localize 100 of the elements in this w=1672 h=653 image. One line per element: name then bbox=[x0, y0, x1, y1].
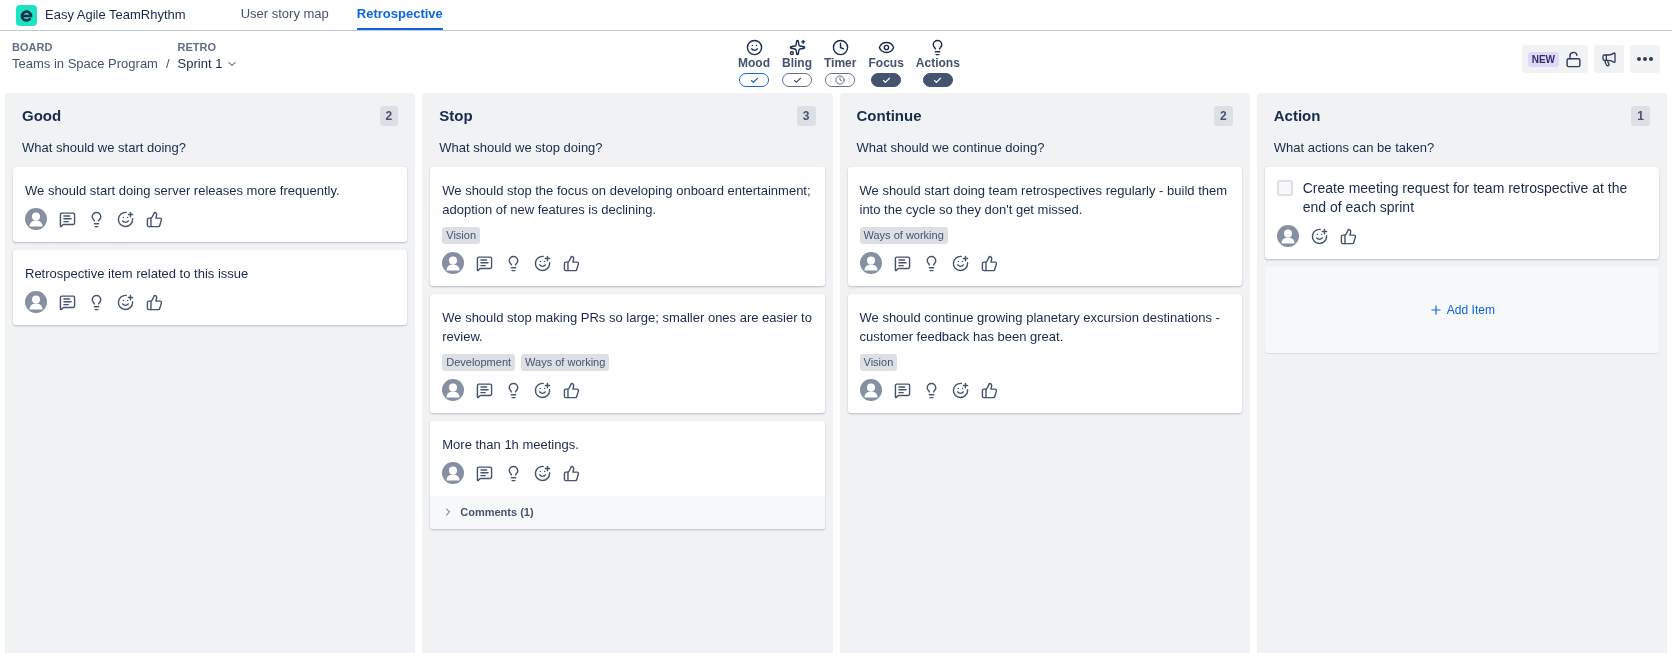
column-prompt: What actions can be taken? bbox=[1272, 138, 1436, 157]
nav-tab[interactable]: Retrospective bbox=[356, 0, 443, 30]
toggle-icon bbox=[745, 39, 763, 56]
column-prompt: What should we continue doing? bbox=[855, 138, 1046, 157]
avatar-icon bbox=[442, 379, 465, 401]
nav-tab[interactable]: User story map bbox=[240, 0, 329, 30]
comment-icon[interactable] bbox=[476, 254, 494, 272]
comment-icon[interactable] bbox=[893, 254, 911, 272]
card-text: Retrospective item related to this issue bbox=[25, 265, 250, 283]
add-reaction-icon[interactable] bbox=[951, 254, 969, 272]
column-title: Action bbox=[1273, 106, 1321, 126]
comment-icon[interactable] bbox=[476, 464, 494, 482]
tag: Development bbox=[442, 354, 516, 371]
add-reaction-icon[interactable] bbox=[951, 381, 969, 399]
announcement-button[interactable] bbox=[1594, 45, 1624, 73]
card-text: Create meeting request for team retrospective at the end of each sprint bbox=[1302, 179, 1629, 217]
card-text: We should stop the focus on developing onboard entertainment; adoption of new features is declining. bbox=[442, 182, 812, 219]
tag: Vision bbox=[859, 354, 898, 371]
card[interactable]: We should stop the focus on developing onboard entertainment; adoption of new features is declining. Vision bbox=[430, 167, 825, 286]
toggle-switch[interactable] bbox=[782, 73, 812, 87]
comment-icon[interactable] bbox=[59, 293, 76, 311]
comment-icon[interactable] bbox=[59, 210, 76, 228]
card[interactable]: More than 1h meetings. Comments (1) bbox=[430, 421, 825, 529]
toggle-switch[interactable] bbox=[739, 73, 769, 87]
toggle-switch[interactable] bbox=[871, 73, 902, 87]
comments-toggle[interactable]: Comments (1) bbox=[430, 496, 825, 529]
thumbs-up-icon[interactable] bbox=[563, 254, 581, 272]
toggle-switch[interactable] bbox=[825, 73, 856, 87]
column-prompt: What should we start doing? bbox=[21, 138, 188, 157]
lock-button[interactable]: NEW bbox=[1521, 45, 1588, 73]
more-button[interactable] bbox=[1630, 45, 1660, 73]
card-text: We should start doing server releases more frequently. bbox=[25, 182, 341, 200]
column-title: Stop bbox=[439, 106, 473, 126]
more-icon bbox=[1637, 57, 1653, 61]
thumbs-up-icon[interactable] bbox=[980, 381, 998, 399]
thumbs-up-icon[interactable] bbox=[563, 464, 581, 482]
new-badge: NEW bbox=[1527, 51, 1559, 67]
column-prompt: What should we stop doing? bbox=[438, 138, 604, 157]
card[interactable]: We should stop making PRs so large; smaller ones are easier to review. Development Ways of working bbox=[430, 294, 825, 413]
add-reaction-icon[interactable] bbox=[534, 464, 552, 482]
thumbs-up-icon[interactable] bbox=[980, 254, 998, 272]
toggle-label: Timer bbox=[824, 56, 857, 71]
column-title: Continue bbox=[856, 106, 922, 126]
toggle-icon bbox=[788, 39, 806, 56]
toggle-label: Mood bbox=[738, 56, 770, 71]
plus-icon bbox=[1428, 303, 1443, 317]
check-icon bbox=[881, 75, 891, 85]
column-count: 2 bbox=[1214, 106, 1233, 127]
thumbs-up-icon[interactable] bbox=[146, 293, 163, 311]
unlock-icon bbox=[1565, 50, 1582, 68]
megaphone-icon bbox=[1601, 51, 1617, 67]
column-count: 1 bbox=[1631, 106, 1650, 127]
check-icon bbox=[792, 75, 802, 85]
sprint-dropdown[interactable]: Sprint 1 bbox=[177, 55, 239, 73]
tag: Ways of working bbox=[859, 227, 948, 244]
card[interactable]: We should start doing team retrospectives regularly - build them into the cycle so they don't get missed. Ways of working bbox=[847, 167, 1242, 286]
app-logo-icon bbox=[16, 4, 37, 26]
avatar-icon bbox=[859, 379, 882, 401]
card[interactable]: Retrospective item related to this issue bbox=[13, 250, 408, 325]
toggle-label: Actions bbox=[915, 56, 960, 71]
add-reaction-icon[interactable] bbox=[534, 381, 552, 399]
comment-icon[interactable] bbox=[893, 381, 911, 399]
add-reaction-icon[interactable] bbox=[117, 210, 134, 228]
card-text: More than 1h meetings. bbox=[442, 436, 580, 454]
toggle-switch[interactable] bbox=[922, 73, 953, 87]
toggle-label: Focus bbox=[868, 56, 904, 71]
card[interactable]: We should continue growing planetary excursion destinations - customer feedback has been great. Vision bbox=[847, 294, 1242, 413]
board-link[interactable]: Teams in Space Program bbox=[12, 55, 158, 73]
breadcrumb-separator: / bbox=[165, 55, 170, 73]
avatar-icon bbox=[442, 462, 465, 484]
tag: Vision bbox=[442, 227, 480, 244]
card-text: We should start doing team retrospectives regularly - build them into the cycle so they don't get missed. bbox=[859, 182, 1229, 219]
add-item-button[interactable]: Add Item bbox=[1264, 267, 1659, 353]
thumbs-up-icon[interactable] bbox=[563, 381, 581, 399]
app-name: Easy Agile TeamRhythm bbox=[45, 6, 186, 25]
add-reaction-icon[interactable] bbox=[117, 293, 134, 311]
card-text: We should continue growing planetary excursion destinations - customer feedback has been great. bbox=[859, 309, 1221, 346]
retro-label: RETRO bbox=[177, 40, 218, 55]
toggle-icon bbox=[831, 39, 849, 56]
avatar-icon bbox=[1276, 225, 1299, 247]
board-label: BOARD bbox=[12, 40, 54, 55]
thumbs-up-icon[interactable] bbox=[1339, 227, 1357, 245]
toggle-label: Bling bbox=[782, 56, 812, 71]
checkbox[interactable] bbox=[1276, 180, 1293, 196]
add-reaction-icon[interactable] bbox=[1310, 227, 1328, 245]
clock-icon bbox=[835, 75, 846, 85]
tag: Ways of working bbox=[521, 354, 610, 371]
thumbs-up-icon[interactable] bbox=[146, 210, 163, 228]
comment-icon[interactable] bbox=[476, 381, 494, 399]
card-text: We should stop making PRs so large; smaller ones are easier to review. bbox=[442, 309, 813, 346]
avatar-icon bbox=[25, 291, 47, 313]
column-count: 3 bbox=[796, 106, 816, 127]
avatar-icon bbox=[25, 208, 47, 230]
add-reaction-icon[interactable] bbox=[534, 254, 552, 272]
card[interactable]: Create meeting request for team retrospective at the end of each sprint bbox=[1264, 167, 1659, 259]
column-title: Good bbox=[22, 106, 62, 126]
card[interactable]: We should start doing server releases more frequently. bbox=[13, 167, 408, 242]
check-icon bbox=[933, 75, 943, 85]
toggle-icon bbox=[877, 39, 895, 56]
avatar-icon bbox=[442, 252, 465, 274]
